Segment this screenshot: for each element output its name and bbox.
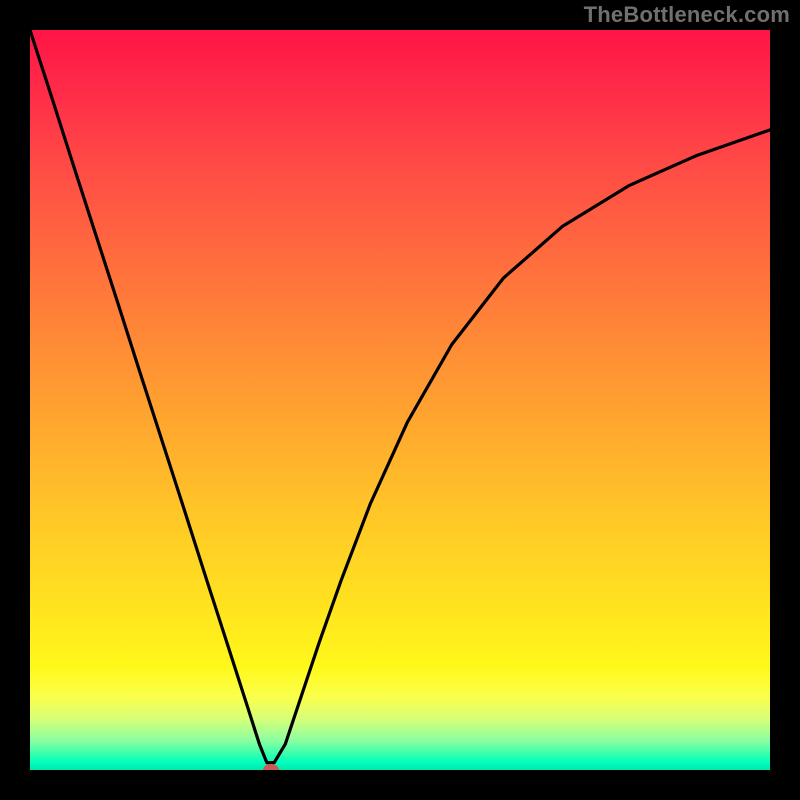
gradient-background xyxy=(30,30,770,770)
watermark-text: TheBottleneck.com xyxy=(584,2,790,28)
plot-area xyxy=(30,30,770,770)
chart-frame: TheBottleneck.com xyxy=(0,0,800,800)
minimum-marker-dot xyxy=(263,764,279,770)
